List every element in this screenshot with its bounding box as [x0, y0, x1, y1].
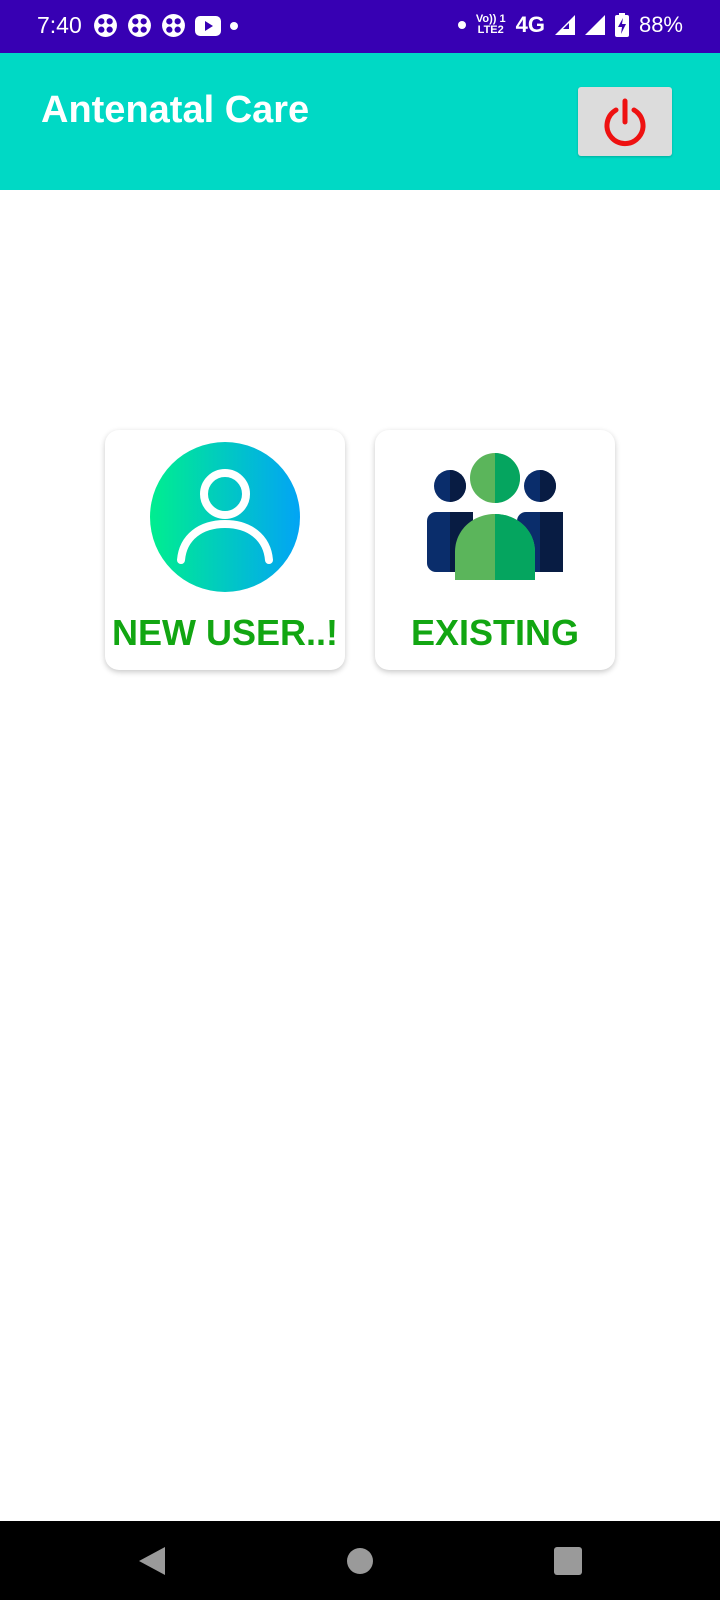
notification-icons	[93, 13, 238, 38]
volte-indicator: Vo)) 1 LTE2	[476, 14, 506, 36]
status-dot	[457, 21, 466, 29]
fan-notification-icon	[94, 14, 117, 37]
volte-bottom: LTE2	[477, 24, 504, 36]
power-button[interactable]	[578, 87, 672, 156]
new-user-card[interactable]: NEW USER..!	[105, 430, 345, 670]
navigation-bar	[0, 1521, 720, 1600]
home-icon	[347, 1547, 373, 1574]
existing-users-icon	[427, 453, 563, 580]
power-icon	[604, 98, 646, 146]
signal-icon	[584, 15, 605, 35]
existing-card[interactable]: EXISTING	[375, 430, 615, 670]
status-bar: 7:40 Vo)) 1 LTE2 4G 88%	[0, 0, 720, 53]
fan-notification-icon	[128, 14, 151, 37]
more-notifications-dot	[230, 21, 238, 30]
network-type: 4G	[515, 12, 545, 37]
back-icon	[139, 1546, 165, 1575]
battery-percent: 88%	[638, 12, 683, 37]
system-icons: Vo)) 1 LTE2 4G 88%	[457, 12, 683, 38]
youtube-notification-icon	[195, 15, 221, 36]
status-time: 7:40	[37, 12, 82, 38]
new-user-icon-wrap	[105, 442, 345, 592]
recents-button[interactable]	[528, 1521, 608, 1600]
existing-users-icon-wrap	[375, 442, 615, 592]
new-user-icon	[150, 442, 300, 592]
signal-icon	[554, 15, 575, 35]
back-button[interactable]	[112, 1521, 192, 1600]
new-user-label: NEW USER..!	[111, 612, 338, 653]
page-title: Antenatal Care	[41, 89, 310, 131]
existing-label: EXISTING	[410, 612, 580, 653]
fan-notification-icon	[162, 14, 185, 37]
battery-charging-icon	[614, 13, 629, 37]
app-bar: Antenatal Care	[0, 53, 720, 190]
home-button[interactable]	[320, 1521, 400, 1600]
recents-icon	[554, 1546, 582, 1575]
